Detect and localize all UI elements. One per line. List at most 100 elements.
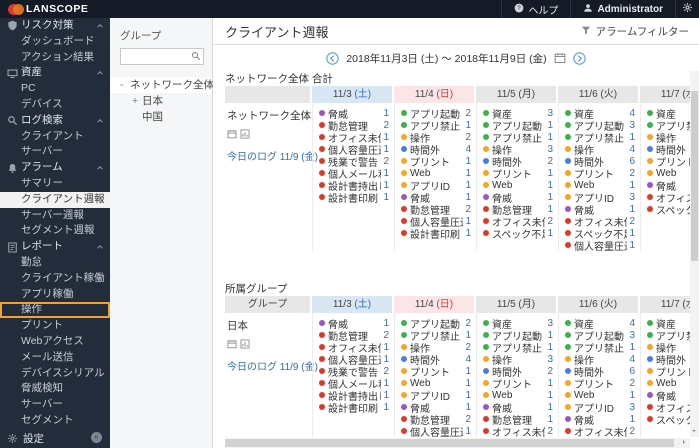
alarm-row[interactable]: アプリ起動 2 (395, 107, 476, 119)
sidebar-item-クライアント[interactable]: クライアント (0, 129, 110, 145)
alarm-row[interactable]: オフィス未使用2 (559, 425, 640, 437)
alarm-row[interactable]: アプリ禁止 (641, 329, 690, 341)
alarm-row[interactable]: 操作 (641, 341, 690, 353)
calendar-icon[interactable] (227, 336, 237, 354)
alarm-row[interactable]: オフィス未使用 (641, 191, 690, 203)
alarm-row[interactable]: 残業で警告 2 (313, 155, 394, 167)
alarm-row[interactable]: 脅威 1 (313, 107, 394, 119)
sidebar-item-クライアント週報[interactable]: クライアント週報 (0, 191, 110, 208)
alarm-row[interactable]: プリント 1 (477, 377, 558, 389)
alarm-row[interactable]: アプリID 3 (559, 191, 640, 203)
sidebar-item-サーバー[interactable]: サーバー (0, 397, 110, 413)
alarm-row[interactable]: Web 1 (477, 179, 558, 191)
alarm-row[interactable]: オフィス未使用2 (559, 215, 640, 227)
sidebar-section-header[interactable]: ログ検索 (0, 113, 110, 129)
alarm-filter-button[interactable]: アラームフィルター (581, 24, 689, 39)
next-week-button[interactable] (572, 51, 586, 65)
vertical-scrollbar[interactable] (690, 71, 699, 437)
alarm-row[interactable]: 操作 4 (559, 143, 640, 155)
alarm-row[interactable]: 時間外 (641, 143, 690, 155)
settings-menu-button[interactable] (675, 0, 699, 18)
alarm-row[interactable]: 操作 4 (559, 353, 640, 365)
alarm-row[interactable]: 設計書印刷 1 (313, 191, 394, 203)
alarm-row[interactable]: 脅威 1 (395, 191, 476, 203)
alarm-row[interactable]: スペック不足 1 (477, 227, 558, 239)
scroll-right-arrow[interactable] (680, 438, 689, 448)
alarm-row[interactable]: 勤怠管理 2 (313, 329, 394, 341)
alarm-row[interactable]: Web (641, 167, 690, 179)
alarm-row[interactable]: Web 1 (395, 167, 476, 179)
alarm-row[interactable]: 設計書印刷 1 (313, 401, 394, 413)
sidebar-item-クライアント稼働[interactable]: クライアント稼働 (0, 271, 110, 287)
chart-icon[interactable] (240, 336, 250, 354)
tree-node-中国[interactable]: 中国 (120, 109, 204, 125)
sidebar-item-メール送信[interactable]: メール送信 (0, 350, 110, 366)
sidebar-collapse-button[interactable]: « (91, 432, 102, 443)
sidebar-item-操作[interactable]: 操作 (0, 302, 110, 319)
alarm-row[interactable]: 操作 2 (395, 131, 476, 143)
sidebar-item-脅威検知[interactable]: 脅威検知 (0, 381, 110, 397)
today-log-link[interactable]: 今日のログ 11/9 (金) (225, 357, 318, 374)
sidebar-item-アプリ稼働[interactable]: アプリ稼働 (0, 287, 110, 303)
alarm-row[interactable]: 脅威 1 (395, 401, 476, 413)
alarm-row[interactable]: 時間外 4 (395, 353, 476, 365)
alarm-row[interactable]: プリント 1 (477, 167, 558, 179)
alarm-row[interactable]: 勤怠管理 1 (477, 413, 558, 425)
alarm-row[interactable]: Web 1 (559, 389, 640, 401)
alarm-row[interactable]: 勤怠管理 1 (477, 203, 558, 215)
alarm-row[interactable]: 資産 (641, 317, 690, 329)
sidebar-item-プリント[interactable]: プリント (0, 318, 110, 334)
sidebar-item-勤怠[interactable]: 勤怠 (0, 255, 110, 271)
alarm-row[interactable]: 時間外 2 (477, 365, 558, 377)
alarm-row[interactable]: 資産 4 (559, 107, 640, 119)
alarm-row[interactable]: 操作 3 (477, 143, 558, 155)
alarm-row[interactable]: 残業で警告 2 (313, 365, 394, 377)
alarm-row[interactable]: 時間外 (641, 353, 690, 365)
prev-week-button[interactable] (326, 51, 340, 65)
alarm-row[interactable]: 設計書印刷 1 (395, 227, 476, 239)
alarm-row[interactable]: 脅威 (641, 389, 690, 401)
alarm-row[interactable]: アプリ禁止 1 (395, 329, 476, 341)
alarm-row[interactable]: 脅威 1 (559, 413, 640, 425)
alarm-row[interactable]: アプリ起動 1 (477, 329, 558, 341)
alarm-row[interactable]: アプリID 1 (395, 179, 476, 191)
alarm-row[interactable]: 資産 (641, 107, 690, 119)
alarm-row[interactable]: スペック不足 1 (559, 227, 640, 239)
alarm-row[interactable]: 時間外 6 (559, 365, 640, 377)
alarm-row[interactable]: オフィス未使用 (641, 401, 690, 413)
alarm-row[interactable]: 時間外 4 (395, 143, 476, 155)
sidebar-item-サマリー[interactable]: サマリー (0, 176, 110, 192)
sidebar-item-セグメント[interactable]: セグメント (0, 413, 110, 429)
alarm-row[interactable]: 資産 3 (477, 107, 558, 119)
vertical-scrollbar-thumb[interactable] (691, 91, 698, 261)
sidebar-item-Webアクセス[interactable]: Webアクセス (0, 334, 110, 350)
sidebar-section-header[interactable]: リスク対策 (0, 18, 110, 34)
scroll-down-arrow[interactable] (690, 427, 699, 436)
alarm-row[interactable]: アプリID 1 (395, 389, 476, 401)
alarm-row[interactable]: 資産 4 (559, 317, 640, 329)
alarm-row[interactable]: 操作 (641, 131, 690, 143)
alarm-row[interactable]: アプリ禁止 1 (477, 341, 558, 353)
alarm-row[interactable]: 個人メール利用1 (313, 377, 394, 389)
calendar-icon[interactable] (554, 52, 566, 64)
alarm-row[interactable]: 個人容量圧迫1 (313, 353, 394, 365)
alarm-row[interactable]: 時間外 2 (477, 155, 558, 167)
alarm-row[interactable]: 個人メール利用1 (313, 167, 394, 179)
alarm-row[interactable]: 個人容量圧迫1 (559, 239, 640, 251)
tree-node-ネットワーク全体[interactable]: - ネットワーク全体 (110, 77, 214, 93)
horizontal-scrollbar[interactable] (225, 438, 690, 448)
sidebar-item-デバイスシリアル[interactable]: デバイスシリアル (0, 366, 110, 382)
alarm-row[interactable]: オフィス未使用1 (313, 341, 394, 353)
tree-expander[interactable]: + (132, 93, 142, 109)
tree-expander[interactable]: - (120, 77, 130, 93)
alarm-row[interactable]: アプリ禁止 1 (559, 341, 640, 353)
alarm-row[interactable]: アプリ起動 1 (477, 119, 558, 131)
alarm-row[interactable]: アプリ起動 3 (559, 119, 640, 131)
user-menu[interactable]: Administrator (570, 0, 675, 18)
alarm-row[interactable]: アプリ起動 2 (395, 317, 476, 329)
alarm-row[interactable]: 時間外 6 (559, 155, 640, 167)
alarm-row[interactable]: アプリID 3 (559, 401, 640, 413)
tree-node-日本[interactable]: + 日本 (120, 93, 204, 109)
alarm-row[interactable]: プリント 1 (395, 155, 476, 167)
alarm-row[interactable]: 個人容量圧迫1 (313, 143, 394, 155)
